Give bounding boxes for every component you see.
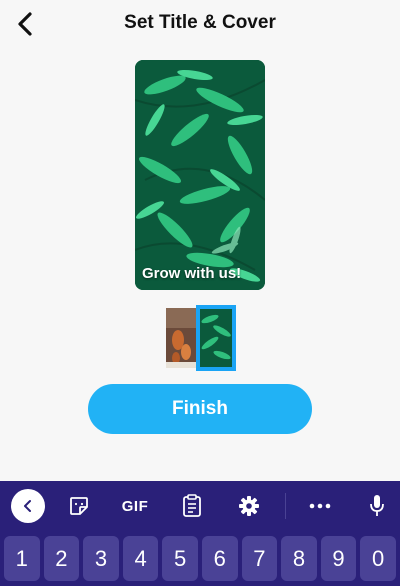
thumbnail-2[interactable] (196, 305, 236, 371)
cover-image (135, 60, 265, 290)
more-button[interactable] (306, 489, 334, 523)
chevron-left-icon (24, 500, 31, 512)
keyboard: GIF 1 2 3 4 5 6 7 8 9 0 (0, 481, 400, 586)
key-4[interactable]: 4 (122, 536, 159, 581)
gear-icon (239, 496, 259, 516)
key-6[interactable]: 6 (201, 536, 238, 581)
page-title: Set Title & Cover (124, 12, 276, 33)
sticker-button[interactable] (66, 489, 92, 523)
cover-preview[interactable]: Grow with us! (135, 60, 265, 290)
toolbar-divider (285, 493, 286, 519)
sticker-icon (70, 497, 88, 515)
settings-button[interactable] (236, 489, 262, 523)
keyboard-back-button[interactable] (11, 489, 45, 523)
microphone-icon (370, 495, 384, 516)
voice-input-button[interactable] (366, 489, 388, 523)
gif-button[interactable]: GIF (118, 489, 152, 523)
key-5[interactable]: 5 (162, 536, 198, 581)
clipboard-button[interactable] (180, 489, 204, 523)
key-3[interactable]: 3 (83, 536, 119, 581)
key-9[interactable]: 9 (320, 536, 357, 581)
gif-label: GIF (121, 497, 149, 515)
key-1[interactable]: 1 (4, 536, 40, 581)
clipboard-icon (183, 494, 201, 517)
key-2[interactable]: 2 (43, 536, 80, 581)
finish-button[interactable]: Finish (88, 384, 312, 434)
key-8[interactable]: 8 (281, 536, 317, 581)
thumbnail-1[interactable] (166, 308, 196, 368)
cover-title-text[interactable]: Grow with us! (142, 265, 241, 282)
header: Set Title & Cover (0, 0, 400, 48)
keyboard-toolbar: GIF (0, 481, 400, 533)
key-7[interactable]: 7 (241, 536, 278, 581)
key-0[interactable]: 0 (360, 536, 396, 581)
cover-thumbnail-strip (166, 305, 236, 371)
number-row: 1 2 3 4 5 6 7 8 9 0 (4, 536, 396, 581)
ellipsis-icon (309, 503, 331, 509)
